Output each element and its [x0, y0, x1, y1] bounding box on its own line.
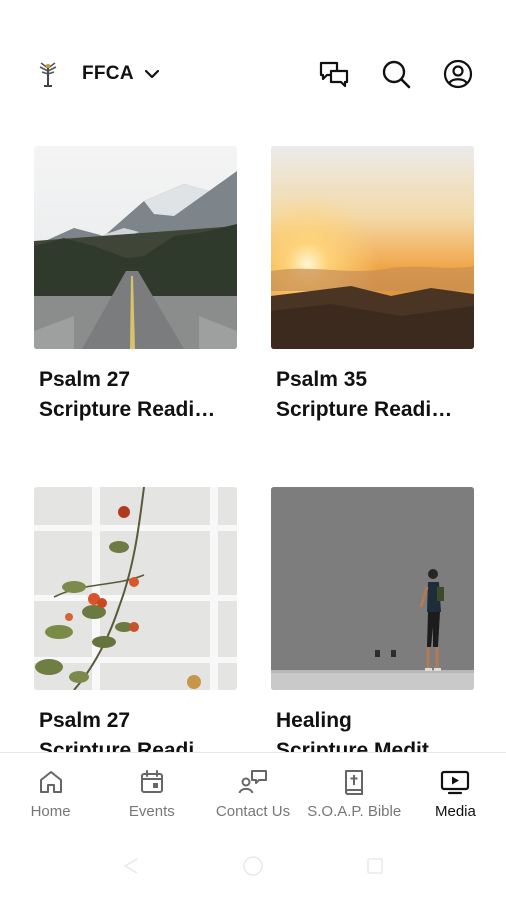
media-card[interactable]: Psalm 35 Scripture Readi…	[271, 146, 474, 425]
media-thumbnail	[271, 487, 474, 690]
calendar-icon	[137, 767, 167, 797]
chat-icon[interactable]	[316, 56, 352, 92]
nav-item-events[interactable]: Events	[101, 753, 202, 832]
back-icon[interactable]	[120, 855, 142, 877]
media-grid: Psalm 27 Scripture Readi… Psalm 35 Scrip…	[34, 146, 474, 752]
home-icon	[36, 767, 66, 797]
media-card[interactable]: Psalm 27 Scripture Readi…	[34, 146, 237, 425]
app-header: FFCA	[0, 0, 506, 140]
recents-icon[interactable]	[364, 855, 386, 877]
card-title-line2: Scripture Readi…	[39, 739, 216, 752]
nav-label: Media	[434, 803, 476, 820]
media-card[interactable]: Psalm 27 Scripture Readi…	[34, 487, 237, 752]
nav-item-home[interactable]: Home	[0, 753, 101, 832]
nav-label: S.O.A.P. Bible	[307, 803, 402, 820]
home-circle-icon[interactable]	[242, 855, 264, 877]
media-icon	[440, 767, 470, 797]
system-nav-bar	[0, 832, 506, 900]
logo-icon	[36, 60, 60, 88]
bible-icon	[339, 767, 369, 797]
card-title-line1: Psalm 27	[39, 709, 131, 732]
media-card[interactable]: Healing Scripture Medit…	[271, 487, 474, 752]
profile-icon[interactable]	[440, 56, 476, 92]
nav-item-contact-us[interactable]: Contact Us	[202, 753, 303, 832]
brand-switcher[interactable]: FFCA	[36, 60, 160, 88]
nav-item-soap-bible[interactable]: S.O.A.P. Bible	[304, 753, 405, 832]
search-icon[interactable]	[378, 56, 414, 92]
media-thumbnail	[271, 146, 474, 349]
card-title-line1: Psalm 35	[276, 368, 368, 391]
brand-name: FFCA	[82, 63, 134, 84]
contact-icon	[238, 767, 268, 797]
card-title-line2: Scripture Medit…	[276, 739, 450, 752]
chevron-down-icon[interactable]	[144, 66, 160, 82]
media-thumbnail	[34, 146, 237, 349]
card-title-line1: Psalm 27	[39, 368, 131, 391]
nav-label: Home	[30, 803, 71, 820]
media-thumbnail	[34, 487, 237, 690]
card-title-line2: Scripture Readi…	[276, 398, 453, 421]
card-title-line1: Healing	[276, 709, 352, 732]
nav-item-media[interactable]: Media	[405, 753, 506, 832]
nav-label: Events	[128, 803, 175, 820]
bottom-nav: Home Events Contact Us S.O.A.P. Bible Me…	[0, 752, 506, 832]
card-title-line2: Scripture Readi…	[39, 398, 216, 421]
nav-label: Contact Us	[215, 803, 291, 820]
